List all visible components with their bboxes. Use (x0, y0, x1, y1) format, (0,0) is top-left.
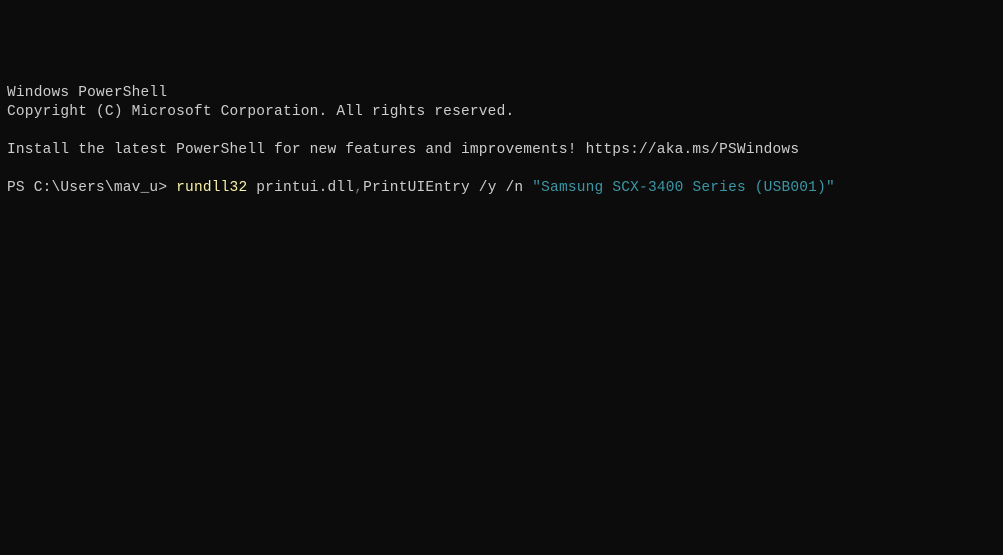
command-arg2: PrintUIEntry /y /n (363, 180, 532, 196)
header-title: Windows PowerShell (7, 84, 996, 103)
command-arg1: printui.dll (247, 180, 354, 196)
header-copyright: Copyright (C) Microsoft Corporation. All… (7, 103, 996, 122)
command-line[interactable]: PS C:\Users\mav_u> rundll32 printui.dll,… (7, 179, 996, 198)
blank-line-1 (7, 122, 996, 141)
command-string: "Samsung SCX-3400 Series (USB001)" (532, 180, 835, 196)
prompt-prefix: PS C:\Users\mav_u> (7, 180, 176, 196)
blank-line-2 (7, 160, 996, 179)
command-executable: rundll32 (176, 180, 247, 196)
command-separator: , (354, 180, 363, 196)
terminal-window[interactable]: Windows PowerShellCopyright (C) Microsof… (7, 84, 996, 198)
install-notice: Install the latest PowerShell for new fe… (7, 141, 996, 160)
